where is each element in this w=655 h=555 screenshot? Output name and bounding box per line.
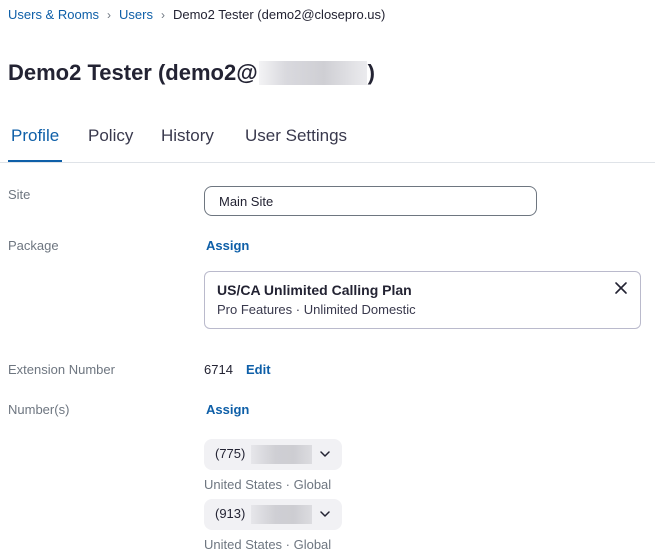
phone-number-region: United States · Global [204, 537, 332, 552]
chevron-down-icon [320, 451, 330, 457]
phone-number-prefix: (913) [215, 506, 246, 521]
active-tab-indicator [8, 160, 62, 162]
extension-value: 6714 [204, 362, 233, 377]
chevron-right-icon: › [160, 7, 165, 22]
phone-number-dropdown[interactable]: (775) [204, 439, 342, 470]
breadcrumb-users[interactable]: Users [119, 7, 153, 22]
package-features: Pro Features · Unlimited Domestic [217, 302, 416, 317]
package-name: US/CA Unlimited Calling Plan [217, 282, 412, 298]
redacted-block [251, 445, 312, 464]
breadcrumb-users-rooms[interactable]: Users & Rooms [8, 7, 99, 22]
tab-history[interactable]: History [161, 126, 214, 146]
site-label: Site [8, 187, 31, 202]
breadcrumb-current: Demo2 Tester (demo2@closepro.us) [172, 7, 386, 22]
phone-number-prefix: (775) [215, 446, 246, 461]
package-card: US/CA Unlimited Calling Plan Pro Feature… [204, 271, 641, 329]
package-label: Package [8, 238, 59, 253]
page-title-prefix: Demo2 Tester (demo2@ [8, 60, 258, 85]
numbers-assign-link[interactable]: Assign [206, 402, 249, 417]
package-assign-link[interactable]: Assign [206, 238, 249, 253]
chevron-right-icon: › [107, 7, 112, 22]
extension-edit-link[interactable]: Edit [246, 362, 271, 377]
tab-policy[interactable]: Policy [88, 126, 133, 146]
site-field[interactable]: Main Site [204, 186, 537, 216]
close-icon[interactable] [614, 281, 628, 295]
phone-number-dropdown[interactable]: (913) [204, 499, 342, 530]
page-title-suffix: ) [367, 60, 375, 85]
page-title: Demo2 Tester (demo2@ ) [8, 60, 375, 86]
redacted-block [251, 505, 312, 524]
tab-profile[interactable]: Profile [11, 126, 59, 146]
redacted-block [258, 61, 367, 85]
extension-label: Extension Number [8, 362, 115, 377]
chevron-down-icon [320, 511, 330, 517]
numbers-label: Number(s) [8, 402, 70, 417]
phone-number-region: United States · Global [204, 477, 332, 492]
tab-bar: Profile Policy History User Settings [0, 118, 655, 163]
breadcrumb: Users & Rooms › Users › Demo2 Tester (de… [8, 7, 385, 22]
tab-user-settings[interactable]: User Settings [245, 126, 347, 146]
